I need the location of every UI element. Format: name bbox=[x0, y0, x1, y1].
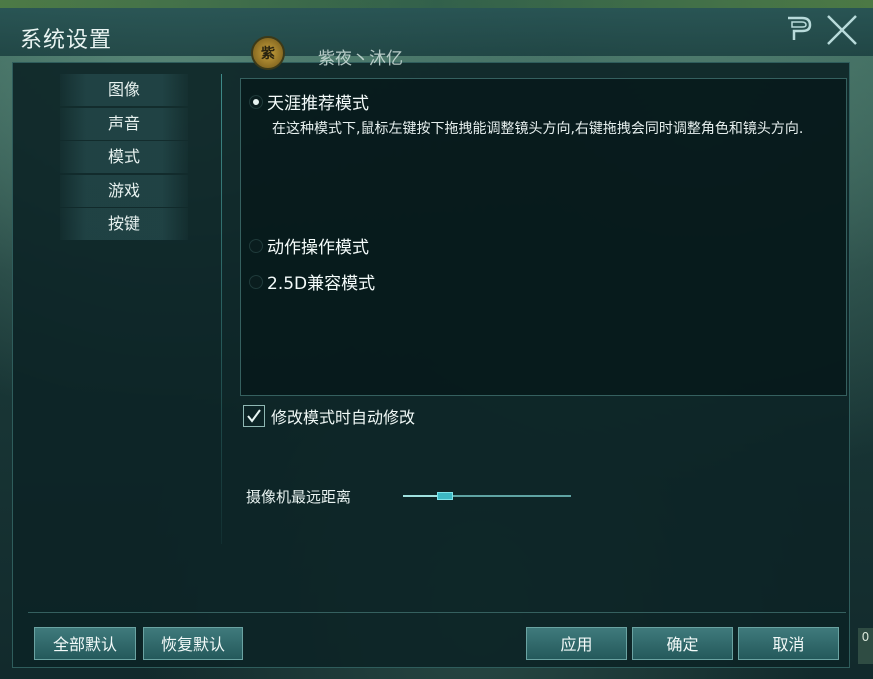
radio-label: 2.5D兼容模式 bbox=[267, 274, 376, 294]
side-counter-badge: 0 bbox=[858, 628, 873, 664]
character-faction-badge: 紫 bbox=[251, 36, 285, 70]
radio-2-5d-mode[interactable]: 2.5D兼容模式 bbox=[249, 269, 375, 294]
restore-default-button[interactable]: 恢复默认 bbox=[143, 627, 243, 660]
system-settings-window: 系统设置 紫 紫夜丶沐亿 图像 声音 模式 游戏 按键 天涯推荐模式 在这种模式… bbox=[0, 0, 873, 679]
close-icon[interactable] bbox=[822, 10, 862, 50]
settings-nav: 图像 声音 模式 游戏 按键 bbox=[60, 74, 188, 242]
camera-distance-slider[interactable] bbox=[403, 492, 571, 500]
mode-description: 在这种模式下,鼠标左键按下拖拽能调整镜头方向,右键拖拽会同时调整角色和镜头方向. bbox=[272, 121, 804, 137]
game-logo-icon bbox=[788, 16, 812, 40]
auto-modify-checkbox-row[interactable]: 修改模式时自动修改 bbox=[243, 404, 415, 428]
radio-button[interactable] bbox=[249, 238, 263, 253]
checkmark-icon bbox=[247, 409, 261, 423]
auto-modify-checkbox[interactable] bbox=[243, 405, 265, 427]
slider-thumb[interactable] bbox=[437, 492, 453, 500]
window-title: 系统设置 bbox=[20, 28, 113, 53]
nav-item-game[interactable]: 游戏 bbox=[60, 174, 188, 207]
reset-all-button[interactable]: 全部默认 bbox=[34, 627, 136, 660]
cancel-button[interactable]: 取消 bbox=[738, 627, 839, 660]
radio-label: 天涯推荐模式 bbox=[267, 94, 369, 114]
nav-item-graphics[interactable]: 图像 bbox=[60, 74, 188, 106]
footer-divider bbox=[28, 612, 846, 613]
apply-button[interactable]: 应用 bbox=[526, 627, 627, 660]
camera-distance-label: 摄像机最远距离 bbox=[246, 488, 352, 506]
titlebar: 系统设置 bbox=[0, 8, 873, 56]
character-name: 紫夜丶沐亿 bbox=[318, 49, 403, 69]
nav-item-keys[interactable]: 按键 bbox=[60, 208, 188, 240]
confirm-button[interactable]: 确定 bbox=[632, 627, 733, 660]
radio-button-selected[interactable] bbox=[249, 94, 263, 109]
radio-recommended-mode[interactable]: 天涯推荐模式 bbox=[249, 89, 369, 114]
radio-button[interactable] bbox=[249, 274, 263, 289]
radio-label: 动作操作模式 bbox=[267, 238, 369, 258]
auto-modify-label: 修改模式时自动修改 bbox=[271, 408, 416, 427]
nav-item-sound[interactable]: 声音 bbox=[60, 107, 188, 140]
nav-item-mode[interactable]: 模式 bbox=[60, 141, 188, 173]
nav-divider bbox=[221, 74, 222, 544]
radio-action-mode[interactable]: 动作操作模式 bbox=[249, 233, 369, 258]
